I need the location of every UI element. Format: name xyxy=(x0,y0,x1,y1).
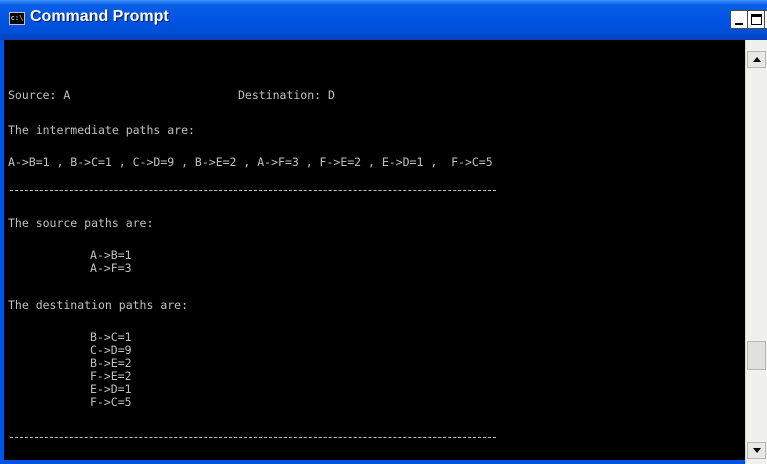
arrow-down-icon xyxy=(753,448,761,453)
maximize-icon xyxy=(751,14,762,25)
separator-line xyxy=(10,190,496,191)
intermediate-paths-line: A->B=1 , B->C=1 , C->D=9 , B->E=2 , A->F… xyxy=(8,155,493,169)
window-title: Command Prompt xyxy=(30,8,169,25)
minimize-icon xyxy=(735,23,743,25)
destination-paths-heading: The destination paths are: xyxy=(8,298,189,312)
intermediate-paths-heading: The intermediate paths are: xyxy=(8,123,195,137)
source-path-item: A->F=3 xyxy=(90,261,132,275)
command-prompt-window: c:\ Command Prompt × Source: A Destinati… xyxy=(0,0,767,464)
source-label: Source: A xyxy=(8,88,71,102)
window-frame-bottom xyxy=(0,460,745,464)
console-icon[interactable]: c:\ xyxy=(9,12,25,25)
title-bar[interactable]: c:\ Command Prompt × xyxy=(0,0,767,40)
separator-line xyxy=(10,437,496,438)
destination-path-item: F->C=5 xyxy=(90,395,132,409)
scroll-up-button[interactable] xyxy=(747,51,766,68)
arrow-up-icon xyxy=(753,57,761,62)
source-paths-heading: The source paths are: xyxy=(8,216,154,230)
vertical-scrollbar[interactable] xyxy=(745,40,767,464)
scroll-down-button[interactable] xyxy=(747,442,766,459)
console-output[interactable]: Source: A Destination: D The intermediat… xyxy=(4,40,745,460)
destination-label: Destination: D xyxy=(238,88,335,102)
destination-paths-list: B->C=1 C->D=9 B->E=2 F->E=2 E->D=1 F->C=… xyxy=(90,331,132,409)
scroll-thumb[interactable] xyxy=(747,341,766,370)
